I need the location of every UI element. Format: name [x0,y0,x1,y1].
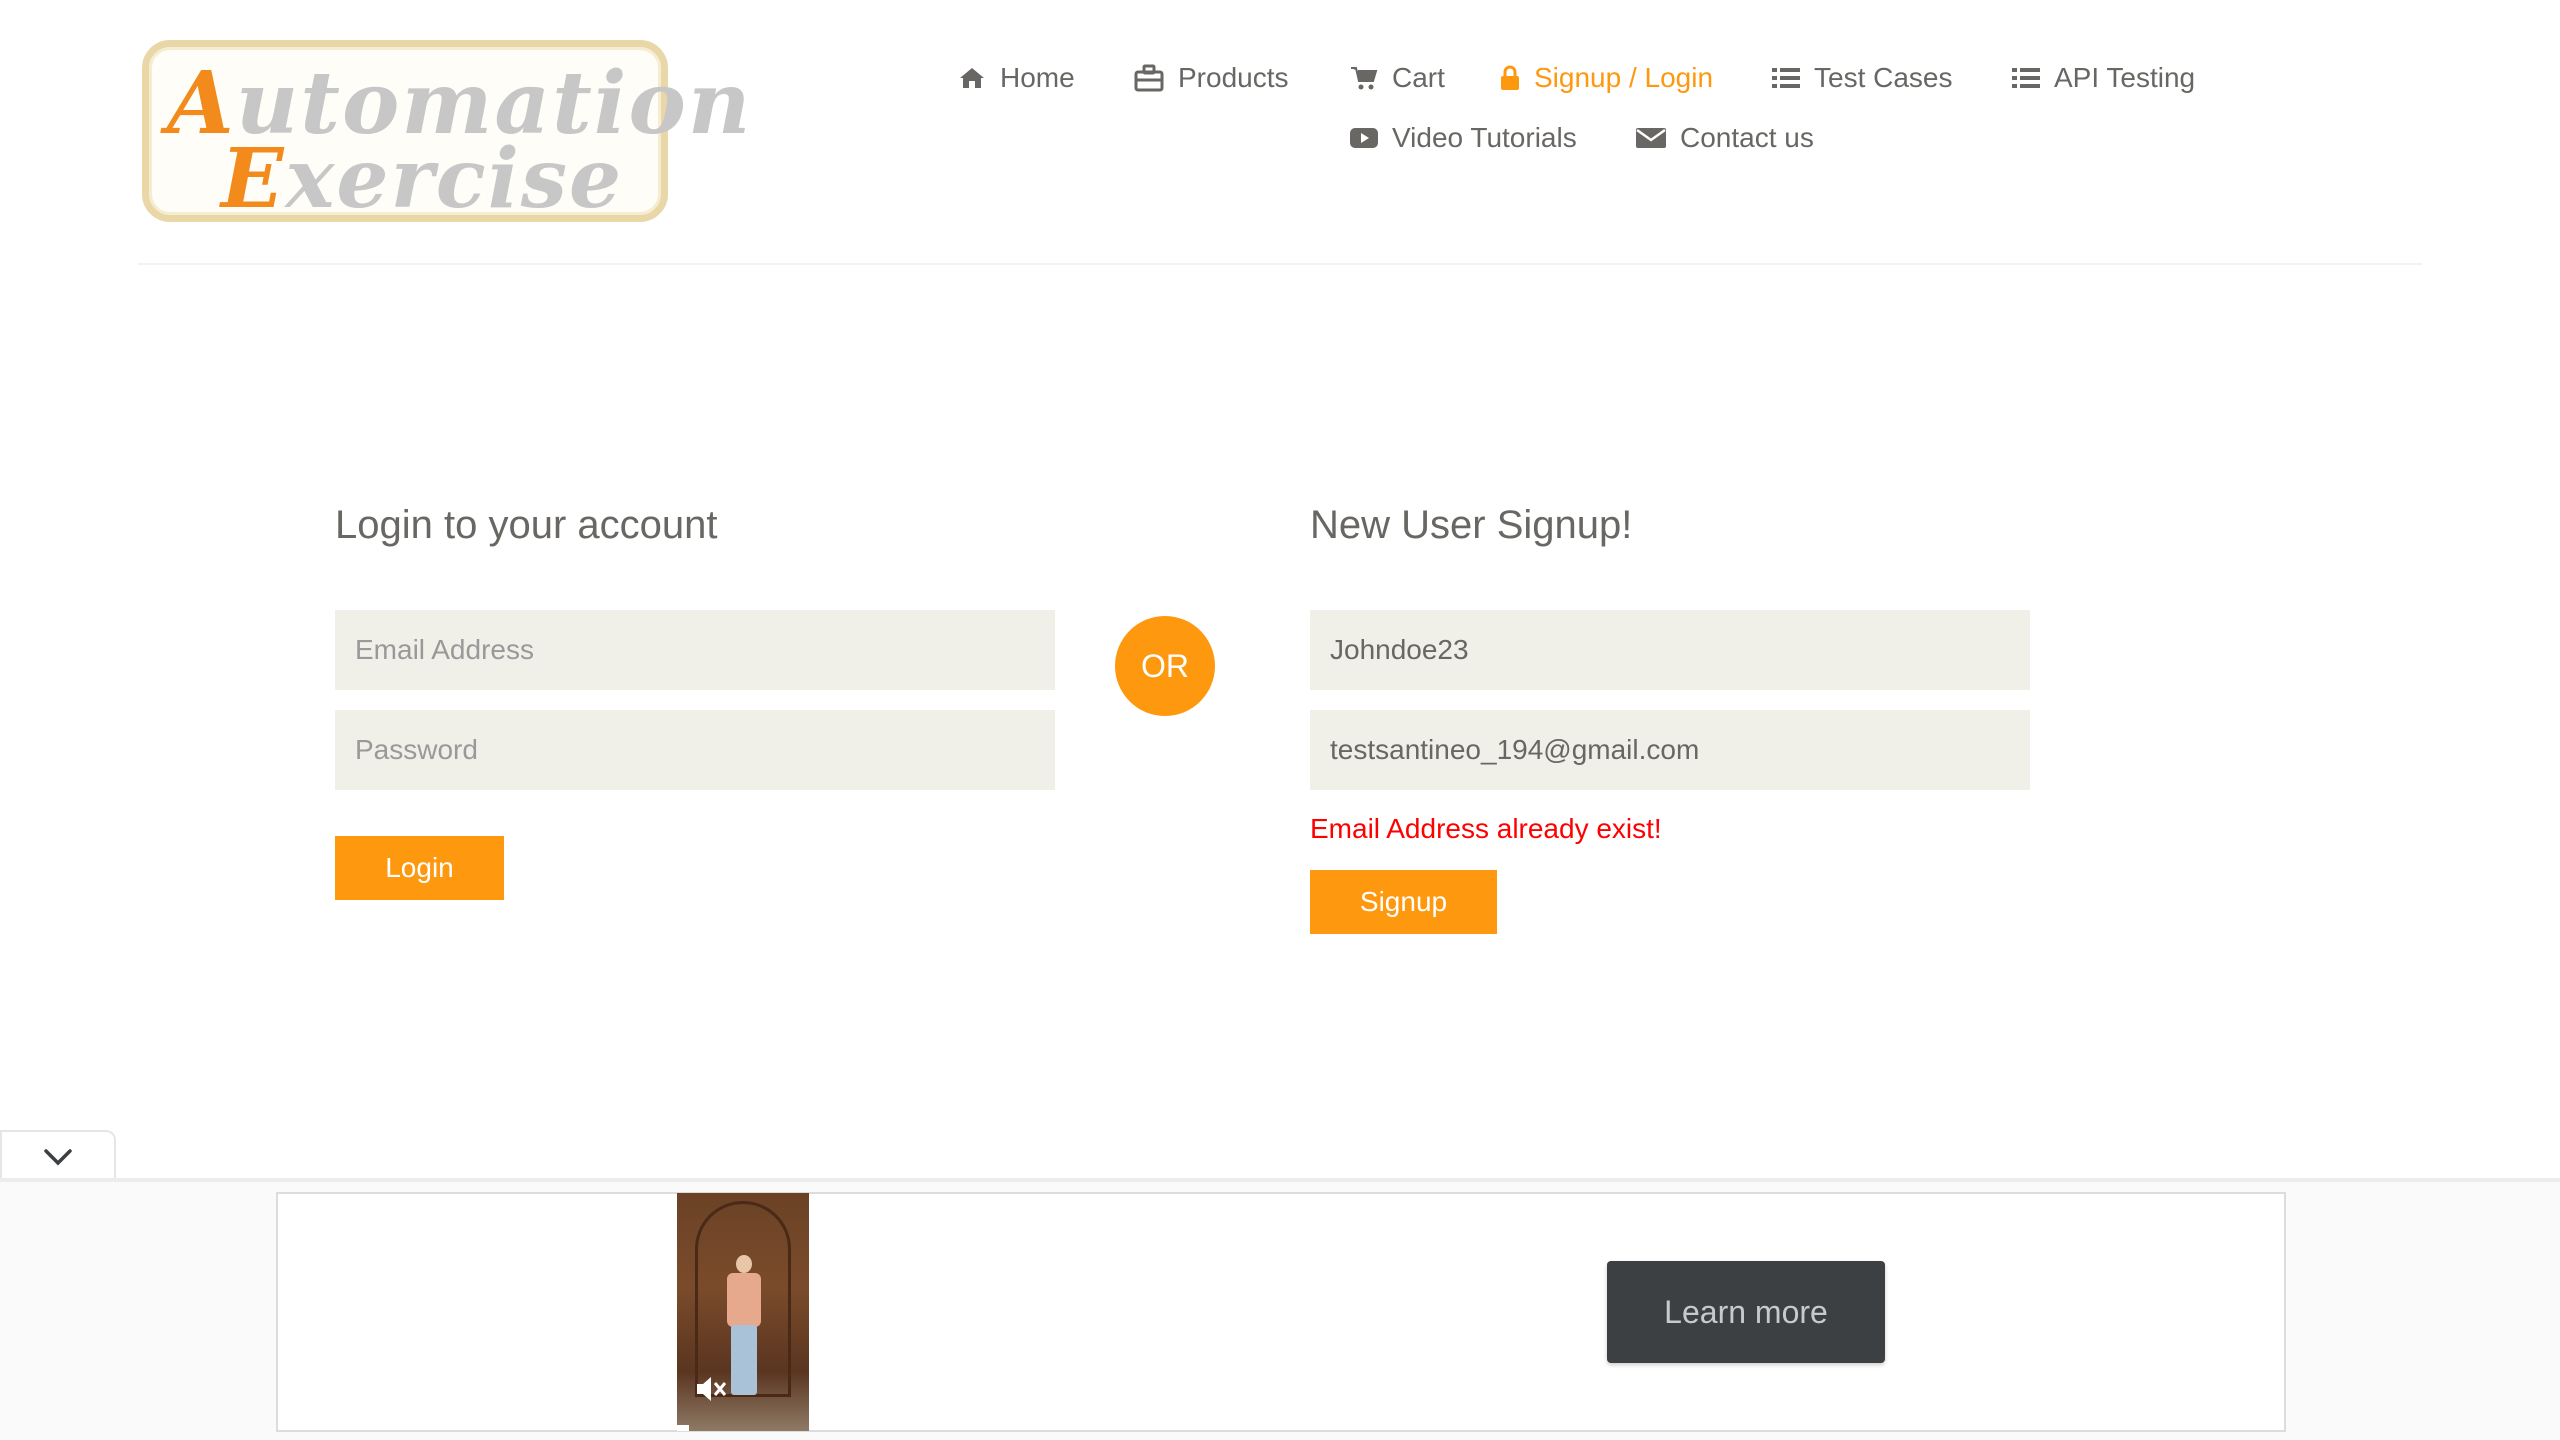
login-email-input[interactable] [335,610,1055,690]
nav-signup-login[interactable]: Signup / Login [1500,62,1713,94]
home-icon [960,68,984,88]
ad-collapse-tab[interactable] [0,1130,116,1182]
list-icon [1772,68,1800,88]
nav-cart[interactable]: Cart [1350,62,1445,94]
ad-video-person-legs [731,1325,757,1395]
signup-name-input[interactable] [1310,610,2030,690]
cart-icon [1351,67,1378,90]
signup-error-message: Email Address already exist! [1310,813,1662,844]
lock-icon [1501,65,1519,90]
nav-cart-label: Cart [1392,62,1445,93]
nav-home-label: Home [1000,62,1075,93]
login-password-input[interactable] [335,710,1055,790]
nav-test-cases-label: Test Cases [1814,62,1953,93]
signup-email-input[interactable] [1310,710,2030,790]
nav-video-tutorials[interactable]: Video Tutorials [1350,122,1577,154]
header-divider [138,263,2422,265]
nav-api-testing[interactable]: API Testing [2012,62,2195,94]
chevron-down-icon [44,1149,72,1166]
signup-form-title: New User Signup! [1310,503,1633,547]
ad-video-person-body [727,1273,761,1327]
envelope-icon [1636,128,1666,148]
login-button[interactable]: Login [335,836,504,900]
login-form-title: Login to your account [335,503,718,547]
main-navigation: Home Products Cart Signup / Login Test C… [0,0,2560,180]
briefcase-icon [1134,64,1164,92]
muted-speaker-icon[interactable] [693,1371,729,1407]
or-divider-badge: OR [1115,616,1215,716]
ad-learn-more-button[interactable]: Learn more [1607,1261,1885,1363]
nav-video-tutorials-label: Video Tutorials [1392,122,1577,153]
signup-button[interactable]: Signup [1310,870,1497,934]
nav-products-label: Products [1178,62,1289,93]
nav-test-cases[interactable]: Test Cases [1772,62,1953,94]
nav-products[interactable]: Products [1134,62,1289,94]
ad-video-progress [677,1425,689,1431]
nav-contact-us-label: Contact us [1680,122,1814,153]
nav-api-testing-label: API Testing [2054,62,2196,93]
nav-home[interactable]: Home [958,62,1075,94]
nav-contact-us[interactable]: Contact us [1636,122,1814,154]
ad-video-person [736,1255,752,1273]
nav-signup-login-label: Signup / Login [1534,62,1714,93]
ad-video-thumbnail[interactable] [677,1193,809,1431]
ad-banner[interactable] [276,1192,2286,1432]
list-icon [2012,68,2040,88]
youtube-play-icon [1350,128,1378,148]
